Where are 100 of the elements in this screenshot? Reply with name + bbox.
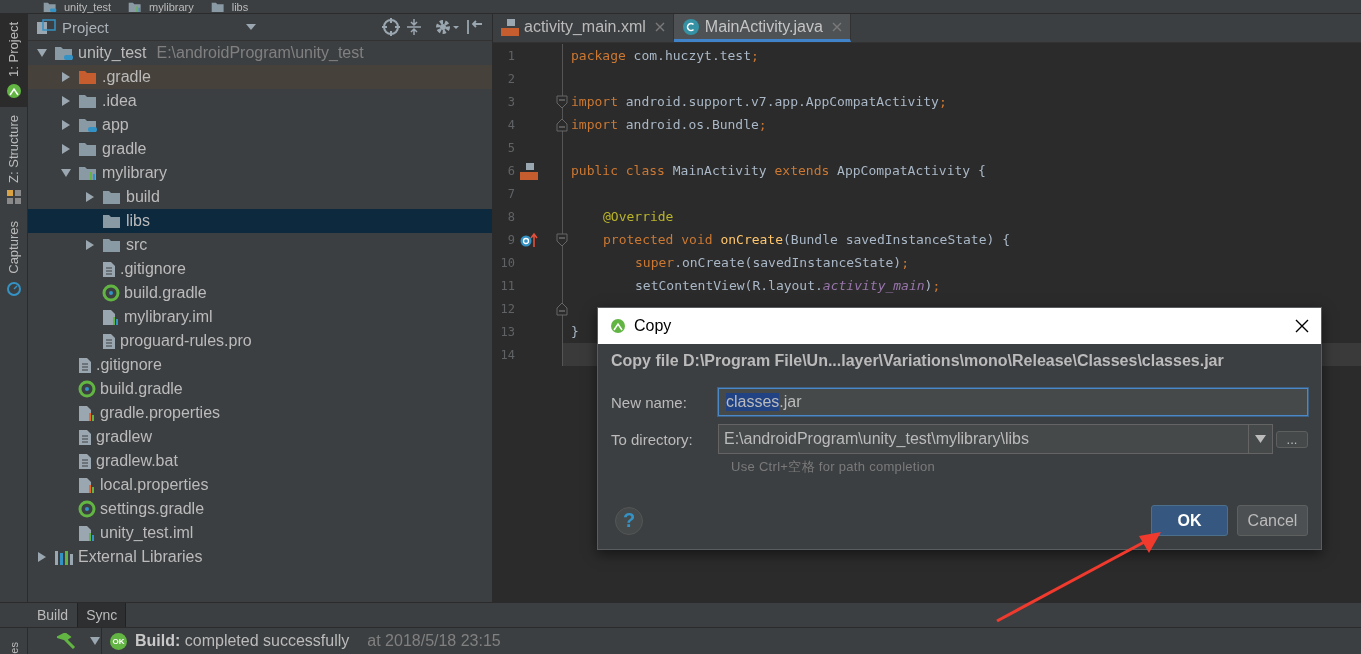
tool-window-tab[interactable]: Captures [0,212,27,304]
fold-icon[interactable] [556,301,568,316]
directory-field[interactable]: E:\androidProgram\unity_test\mylibrary\libs [718,424,1248,454]
line-number: 9 [506,232,515,247]
tree-item[interactable]: External Libraries [28,545,492,569]
line-number: 6 [506,163,515,178]
tree-item[interactable]: build [28,185,492,209]
code-line: package com.huczyt.test; [570,48,759,63]
tree-item[interactable]: .gitignore [28,257,492,281]
module-file-icon [102,308,120,326]
expand-arrow-icon[interactable] [84,239,96,251]
stopwatch-icon [5,279,22,296]
module-folder-icon [78,117,98,133]
cancel-button[interactable]: Cancel [1237,505,1308,536]
caret-icon [1255,435,1266,443]
close-icon[interactable] [1295,319,1309,333]
breadcrumb[interactable]: libs [207,0,249,15]
code-line: @Override [602,209,674,224]
tree-item[interactable]: libs [28,209,492,233]
ok-button[interactable]: OK [1151,505,1228,536]
tree-item[interactable]: .gitignore [28,353,492,377]
expand-arrow-icon[interactable] [84,191,96,203]
tool-window-tab[interactable]: es [7,642,20,654]
tree-item[interactable]: settings.gradle [28,497,492,521]
tree-item[interactable]: gradlew [28,425,492,449]
tree-item[interactable]: gradle [28,137,492,161]
file-icon [78,356,92,374]
module-folder-icon [78,165,98,181]
override-icon[interactable] [520,231,538,248]
code-line: public class MainActivity extends AppCompatActivity { [570,163,986,178]
class-icon [681,17,700,36]
properties-file-icon [78,476,96,494]
tree-item[interactable]: app [28,113,492,137]
module-folder-icon [54,45,74,61]
code-line: setContentView(R.layout.activity_main); [634,278,941,293]
tree-item[interactable]: .idea [28,89,492,113]
breadcrumb[interactable]: unity_test [40,0,112,15]
tree-item[interactable]: build.gradle [28,377,492,401]
tree-item[interactable]: build.gradle [28,281,492,305]
gradle-icon [102,284,120,302]
editor-tab[interactable]: MainActivity.java [673,14,851,42]
dropdown-button[interactable] [1248,424,1273,454]
field-hint: Use Ctrl+空格 for path completion [730,458,936,476]
line-number: 8 [506,209,515,224]
field-label: To directory: [611,430,694,448]
collapse-arrow-icon[interactable] [36,47,48,59]
tool-window-tab[interactable]: 1: Project [0,14,27,107]
folder-icon [210,0,225,13]
line-number: 10 [499,255,515,270]
tree-item[interactable]: proguard-rules.pro [28,329,492,353]
line-number: 4 [506,117,515,132]
tree-item[interactable]: mylibrary [28,161,492,185]
collapse-arrow-icon[interactable] [89,635,101,647]
collapse-all-icon[interactable] [406,18,422,36]
tree-item[interactable]: unity_test.iml [28,521,492,545]
folder-icon [78,93,98,109]
expand-arrow-icon[interactable] [60,95,72,107]
code-line: import android.os.Bundle; [570,117,767,132]
module-folder-icon [43,0,57,13]
module-file-icon [78,524,96,542]
fold-icon[interactable] [556,117,568,132]
module-folder-icon [128,0,143,13]
fold-icon[interactable] [556,94,568,109]
tree-item[interactable]: gradlew.bat [28,449,492,473]
dialog-title: Copy [634,317,673,335]
code-line: super.onCreate(savedInstanceState); [634,255,909,270]
expand-arrow-icon[interactable] [60,143,72,155]
hide-panel-icon[interactable] [466,18,484,36]
line-number: 1 [506,48,515,63]
expand-arrow-icon[interactable] [36,551,48,563]
android-icon [610,318,626,334]
collapse-arrow-icon[interactable] [60,167,72,179]
tree-item[interactable]: src [28,233,492,257]
tree-item[interactable]: gradle.properties [28,401,492,425]
expand-arrow-icon[interactable] [60,71,72,83]
dialog-message: Copy file D:\Program File\Un...layer\Variations\mono\Release\Classes\classes.jar [611,352,1225,370]
input-field[interactable]: classes.jar [718,388,1308,416]
tree-item[interactable]: local.properties [28,473,492,497]
settings-icon[interactable] [434,18,460,36]
browse-button[interactable]: ... [1276,430,1308,448]
fold-icon[interactable] [556,232,568,247]
hammer-icon[interactable] [57,633,77,649]
line-number: 13 [499,324,515,339]
breadcrumb[interactable]: mylibrary [125,0,194,15]
tree-item[interactable]: .gradle [28,65,492,89]
tree-item[interactable]: mylibrary.iml [28,305,492,329]
dropdown-icon[interactable] [246,24,256,30]
locate-icon[interactable] [382,18,400,36]
panel-tab[interactable]: Build [28,603,78,627]
editor-tab[interactable]: activity_main.xml [493,14,674,42]
line-number: 3 [506,94,515,109]
line-number: 11 [499,278,515,293]
tool-window-tab[interactable]: Z: Structure [0,106,27,213]
properties-file-icon [78,404,96,422]
tree-item[interactable]: unity_test E:\androidProgram\unity_test [28,41,492,65]
libraries-icon [54,548,74,566]
panel-tab[interactable]: Sync [77,603,127,627]
folder-icon [78,69,98,85]
gradle-icon [78,500,96,518]
expand-arrow-icon[interactable] [60,119,72,131]
